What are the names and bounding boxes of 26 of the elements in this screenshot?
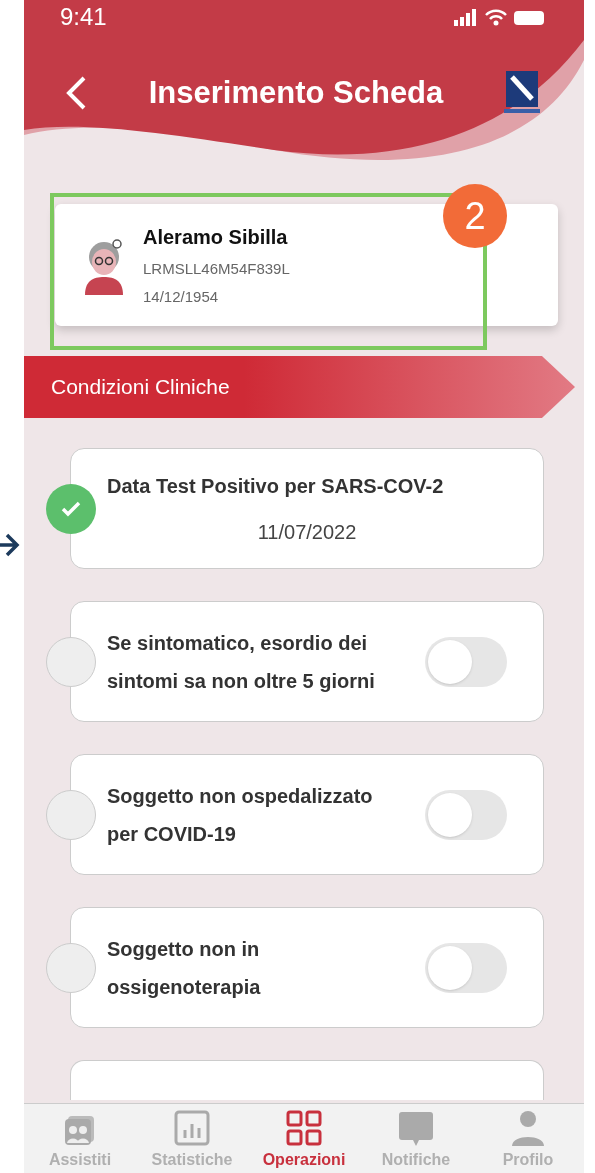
arrow-icon <box>0 532 20 558</box>
condition-label: Soggetto non in ossigenoterapia <box>107 936 262 1000</box>
back-chevron-icon[interactable] <box>64 75 88 111</box>
condition-card[interactable] <box>70 1060 544 1100</box>
grid-icon <box>284 1108 324 1148</box>
patient-birth-date: 14/12/1954 <box>143 287 220 307</box>
condition-label: Se sintomatico, esordio dei sintomi sa non oltre 5 giorni <box>107 630 376 694</box>
patient-tax-code: LRMSLL46M54F839L <box>143 258 290 279</box>
page-title: Inserimento Scheda <box>147 73 445 112</box>
condition-card[interactable]: Data Test Positivo per SARS-COV-2 11/07/2022 <box>70 448 544 569</box>
condition-date: 11/07/2022 <box>256 519 358 545</box>
bar-chart-icon <box>172 1108 212 1148</box>
condition-card[interactable]: Se sintomatico, esordio dei sintomi sa non oltre 5 giorni <box>70 601 544 722</box>
condition-card[interactable]: Soggetto non in ossigenoterapia <box>70 907 544 1028</box>
toggle-switch[interactable] <box>425 789 507 840</box>
toggle-switch[interactable] <box>425 636 507 687</box>
tab-bar-item[interactable]: Operazioni <box>254 1108 354 1172</box>
status-time: 9:41 <box>60 2 107 32</box>
toggle-switch[interactable] <box>425 942 507 993</box>
section-title: Condizioni Cliniche <box>51 374 230 401</box>
annotation-number-badge: 2 <box>443 184 507 248</box>
regional-emblem-icon <box>504 71 540 115</box>
patient-name: Aleramo Sibilla <box>143 224 289 250</box>
condition-card[interactable]: Soggetto non ospedalizzato per COVID-19 <box>70 754 544 875</box>
condition-label: Data Test Positivo per SARS-COV-2 <box>107 473 445 499</box>
condition-label: Soggetto non ospedalizzato per COVID-19 <box>107 783 374 847</box>
